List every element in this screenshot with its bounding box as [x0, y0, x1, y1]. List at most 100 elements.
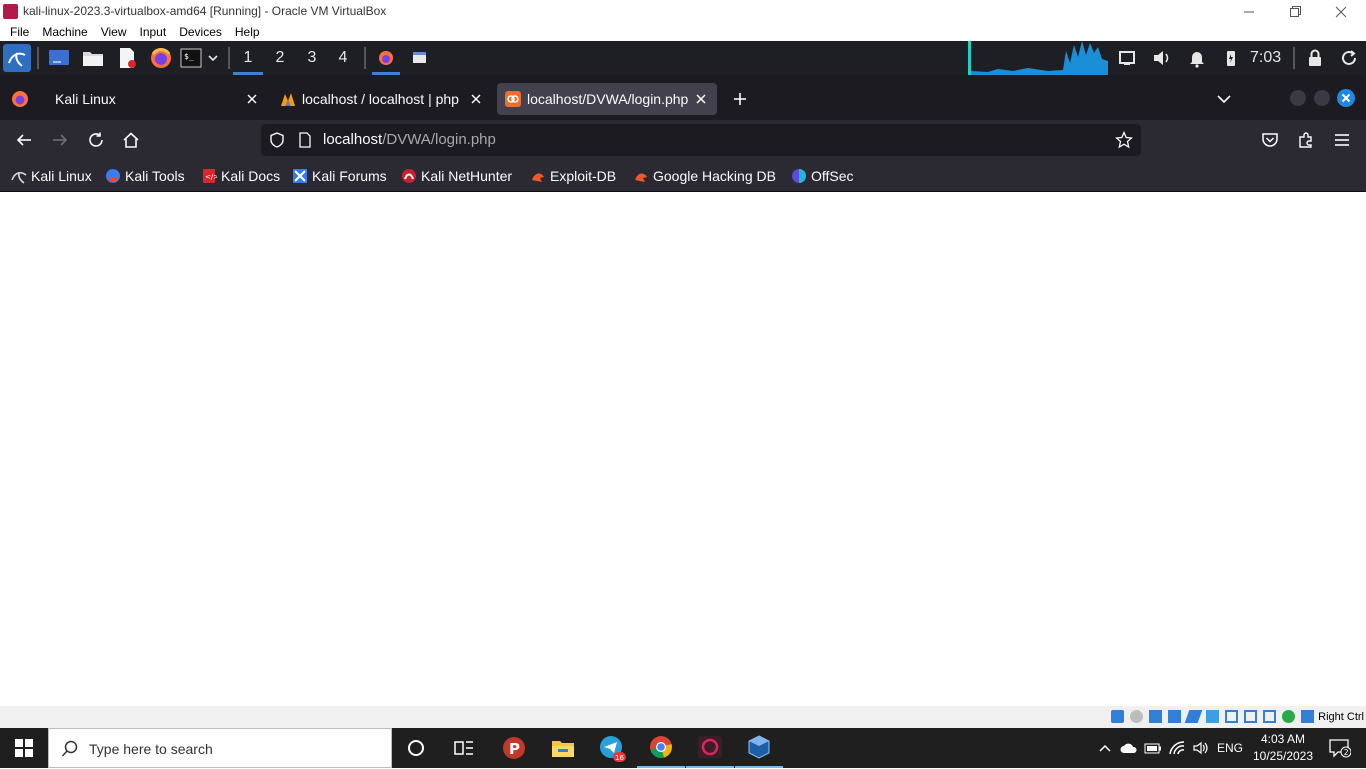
forward-button[interactable]	[48, 128, 72, 152]
bookmark-kali-nethunter[interactable]: Kali NetHunter	[401, 160, 512, 192]
chrome-icon	[650, 736, 672, 758]
window-minimize-button[interactable]	[1290, 90, 1306, 106]
firefox-launcher[interactable]	[149, 46, 173, 70]
bookmark-kali-tools[interactable]: Kali Tools	[105, 160, 185, 192]
usb-icon[interactable]	[1184, 710, 1203, 723]
menu-machine[interactable]: Machine	[35, 23, 93, 41]
hard-disk-icon[interactable]	[1111, 710, 1124, 723]
back-button[interactable]	[12, 128, 36, 152]
bookmark-kali-forums[interactable]: Kali Forums	[292, 160, 387, 192]
firefox-nav-bar: localhost/DVWA/login.php	[0, 120, 1366, 160]
system-clock[interactable]: 4:03 AM 10/25/2023	[1246, 731, 1320, 765]
minimize-button[interactable]	[1226, 0, 1272, 23]
list-all-tabs-button[interactable]	[1214, 89, 1234, 109]
close-button[interactable]	[1318, 0, 1364, 23]
recording-icon[interactable]	[1244, 710, 1257, 723]
taskbar-app-kali-vm[interactable]	[686, 728, 734, 768]
start-button[interactable]	[0, 728, 48, 768]
terminal-icon: $_	[180, 48, 202, 68]
show-hidden-icons-button[interactable]	[1094, 728, 1116, 768]
app-menu-button[interactable]	[1330, 128, 1354, 152]
page-info-icon[interactable]	[297, 132, 313, 148]
taskbar-app-virtualbox[interactable]	[735, 728, 783, 768]
battery-tray[interactable]	[1142, 728, 1164, 768]
workspace-3[interactable]: 3	[297, 41, 327, 75]
audio-icon[interactable]	[1149, 710, 1162, 723]
taskbar-app-file-explorer[interactable]	[539, 728, 587, 768]
launcher-dropdown[interactable]	[205, 46, 221, 70]
bookmark-exploit-db[interactable]: Exploit-DB	[530, 160, 616, 192]
workspace-2[interactable]: 2	[265, 41, 295, 75]
network-adapter-icon[interactable]	[1168, 710, 1181, 723]
workspace-4[interactable]: 4	[328, 41, 358, 75]
taskbar-firefox-window[interactable]	[372, 46, 400, 75]
taskbar-window-2[interactable]	[406, 46, 434, 70]
power-indicator[interactable]	[1219, 46, 1243, 70]
wifi-tray[interactable]	[1166, 728, 1188, 768]
network-indicator[interactable]	[1115, 46, 1139, 70]
tab-kali-linux[interactable]: Kali Linux	[44, 83, 268, 115]
tab-close-button[interactable]	[693, 91, 709, 107]
bookmark-google-hacking-db[interactable]: Google Hacking DB	[633, 160, 776, 192]
tab-title: localhost / localhost | php	[302, 91, 459, 107]
display-icon[interactable]	[1225, 710, 1238, 723]
menu-help[interactable]: Help	[228, 23, 266, 41]
taskbar-search-box[interactable]: Type here to search	[48, 728, 392, 768]
tab-close-button[interactable]	[244, 91, 260, 107]
bookmark-label: Kali Tools	[125, 168, 185, 184]
bookmark-label: OffSec	[811, 168, 854, 184]
optical-drive-icon[interactable]	[1130, 710, 1143, 723]
bookmark-kali-linux[interactable]: Kali Linux	[11, 160, 92, 192]
cortana-button[interactable]	[392, 728, 440, 768]
taskbar-app-postman[interactable]: P	[490, 728, 538, 768]
lock-screen-button[interactable]	[1303, 46, 1327, 70]
new-tab-button[interactable]	[730, 89, 750, 109]
svg-text:P: P	[509, 740, 520, 758]
action-center-button[interactable]: 2	[1322, 728, 1358, 768]
bookmark-kali-docs[interactable]: </> Kali Docs	[201, 160, 280, 192]
window-maximize-button[interactable]	[1314, 90, 1330, 106]
tab-close-button[interactable]	[468, 91, 484, 107]
taskbar-app-chrome[interactable]	[637, 728, 685, 768]
menu-devices[interactable]: Devices	[172, 23, 228, 41]
terminal-launcher[interactable]: $_	[179, 46, 203, 70]
kali-menu-button[interactable]	[3, 44, 31, 72]
text-editor-launcher[interactable]	[115, 46, 139, 70]
volume-indicator[interactable]	[1150, 46, 1174, 70]
menu-view[interactable]: View	[94, 23, 133, 41]
mouse-integration-icon[interactable]	[1282, 710, 1295, 723]
file-manager-launcher[interactable]	[81, 46, 105, 70]
tracking-protection-icon[interactable]	[269, 132, 285, 148]
firefox-view-button[interactable]	[10, 89, 30, 109]
notifications-indicator[interactable]	[1185, 46, 1209, 70]
logout-button[interactable]	[1337, 46, 1361, 70]
task-view-button[interactable]	[440, 728, 488, 768]
keyboard-capture-icon[interactable]	[1301, 710, 1314, 723]
menu-input[interactable]: Input	[133, 23, 173, 41]
reload-button[interactable]	[84, 128, 108, 152]
cpu-virtualization-icon[interactable]	[1263, 710, 1276, 723]
workspace-1[interactable]: 1	[233, 41, 263, 75]
home-button[interactable]	[119, 128, 143, 152]
onedrive-tray[interactable]	[1118, 728, 1140, 768]
volume-icon	[1154, 51, 1169, 65]
shared-folders-icon[interactable]	[1206, 710, 1219, 723]
bookmark-offsec[interactable]: OffSec	[791, 160, 854, 192]
tab-dvwa-login[interactable]: localhost/DVWA/login.php	[497, 83, 717, 115]
panel-clock[interactable]: 7:03	[1250, 41, 1281, 75]
taskbar-app-telegram[interactable]: 16	[588, 728, 636, 768]
volume-tray[interactable]	[1190, 728, 1212, 768]
window-close-button[interactable]	[1337, 89, 1355, 107]
bookmark-star-button[interactable]	[1115, 131, 1133, 149]
input-language[interactable]: ENG	[1214, 728, 1246, 768]
file-explorer-icon	[552, 741, 574, 757]
menu-file[interactable]: File	[3, 23, 35, 41]
url-bar[interactable]: localhost/DVWA/login.php	[261, 124, 1141, 156]
phpmyadmin-icon	[280, 91, 296, 107]
pocket-button[interactable]	[1258, 128, 1282, 152]
extensions-button[interactable]	[1294, 128, 1318, 152]
restore-button[interactable]	[1272, 0, 1318, 23]
page-content-area[interactable]	[0, 192, 1366, 706]
show-desktop-button[interactable]	[47, 46, 71, 70]
tab-phpmyadmin[interactable]: localhost / localhost | php	[272, 83, 492, 115]
